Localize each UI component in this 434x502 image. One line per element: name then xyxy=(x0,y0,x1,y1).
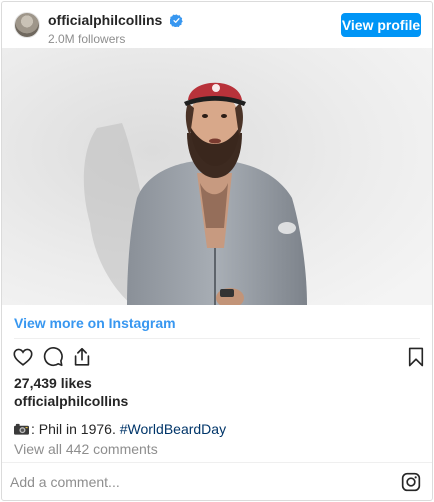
profile-avatar[interactable] xyxy=(14,12,40,38)
username[interactable]: officialphilcollins xyxy=(48,12,162,28)
post-header: officialphilcollins 2.0M followers View … xyxy=(2,2,432,48)
hashtag-link[interactable]: #WorldBeardDay xyxy=(120,421,226,437)
instagram-embed-card: officialphilcollins 2.0M followers View … xyxy=(1,1,433,501)
divider xyxy=(14,338,420,339)
comment-icon[interactable] xyxy=(42,346,64,368)
photo-image xyxy=(2,48,432,305)
view-comments-link[interactable]: View all 442 comments xyxy=(14,441,158,457)
view-profile-button[interactable]: View profile xyxy=(341,13,421,37)
comment-input[interactable] xyxy=(10,471,390,493)
follower-count: 2.0M followers xyxy=(48,32,126,46)
caption-text: : Phil in 1976. xyxy=(31,421,120,437)
user-info: officialphilcollins 2.0M followers xyxy=(48,12,183,46)
heart-icon[interactable] xyxy=(12,346,34,368)
share-icon[interactable] xyxy=(71,346,93,368)
bookmark-icon[interactable] xyxy=(407,346,425,368)
view-more-link[interactable]: View more on Instagram xyxy=(14,315,176,331)
post-caption: : Phil in 1976. #WorldBeardDay xyxy=(14,421,226,437)
action-bar xyxy=(2,342,432,372)
post-owner-username[interactable]: officialphilcollins xyxy=(14,393,128,409)
like-count[interactable]: 27,439 likes xyxy=(14,375,92,391)
post-photo[interactable] xyxy=(2,48,432,305)
comment-bar xyxy=(2,462,432,500)
camera-icon xyxy=(14,423,29,435)
instagram-icon[interactable] xyxy=(401,472,421,492)
verified-badge-icon xyxy=(169,14,183,27)
